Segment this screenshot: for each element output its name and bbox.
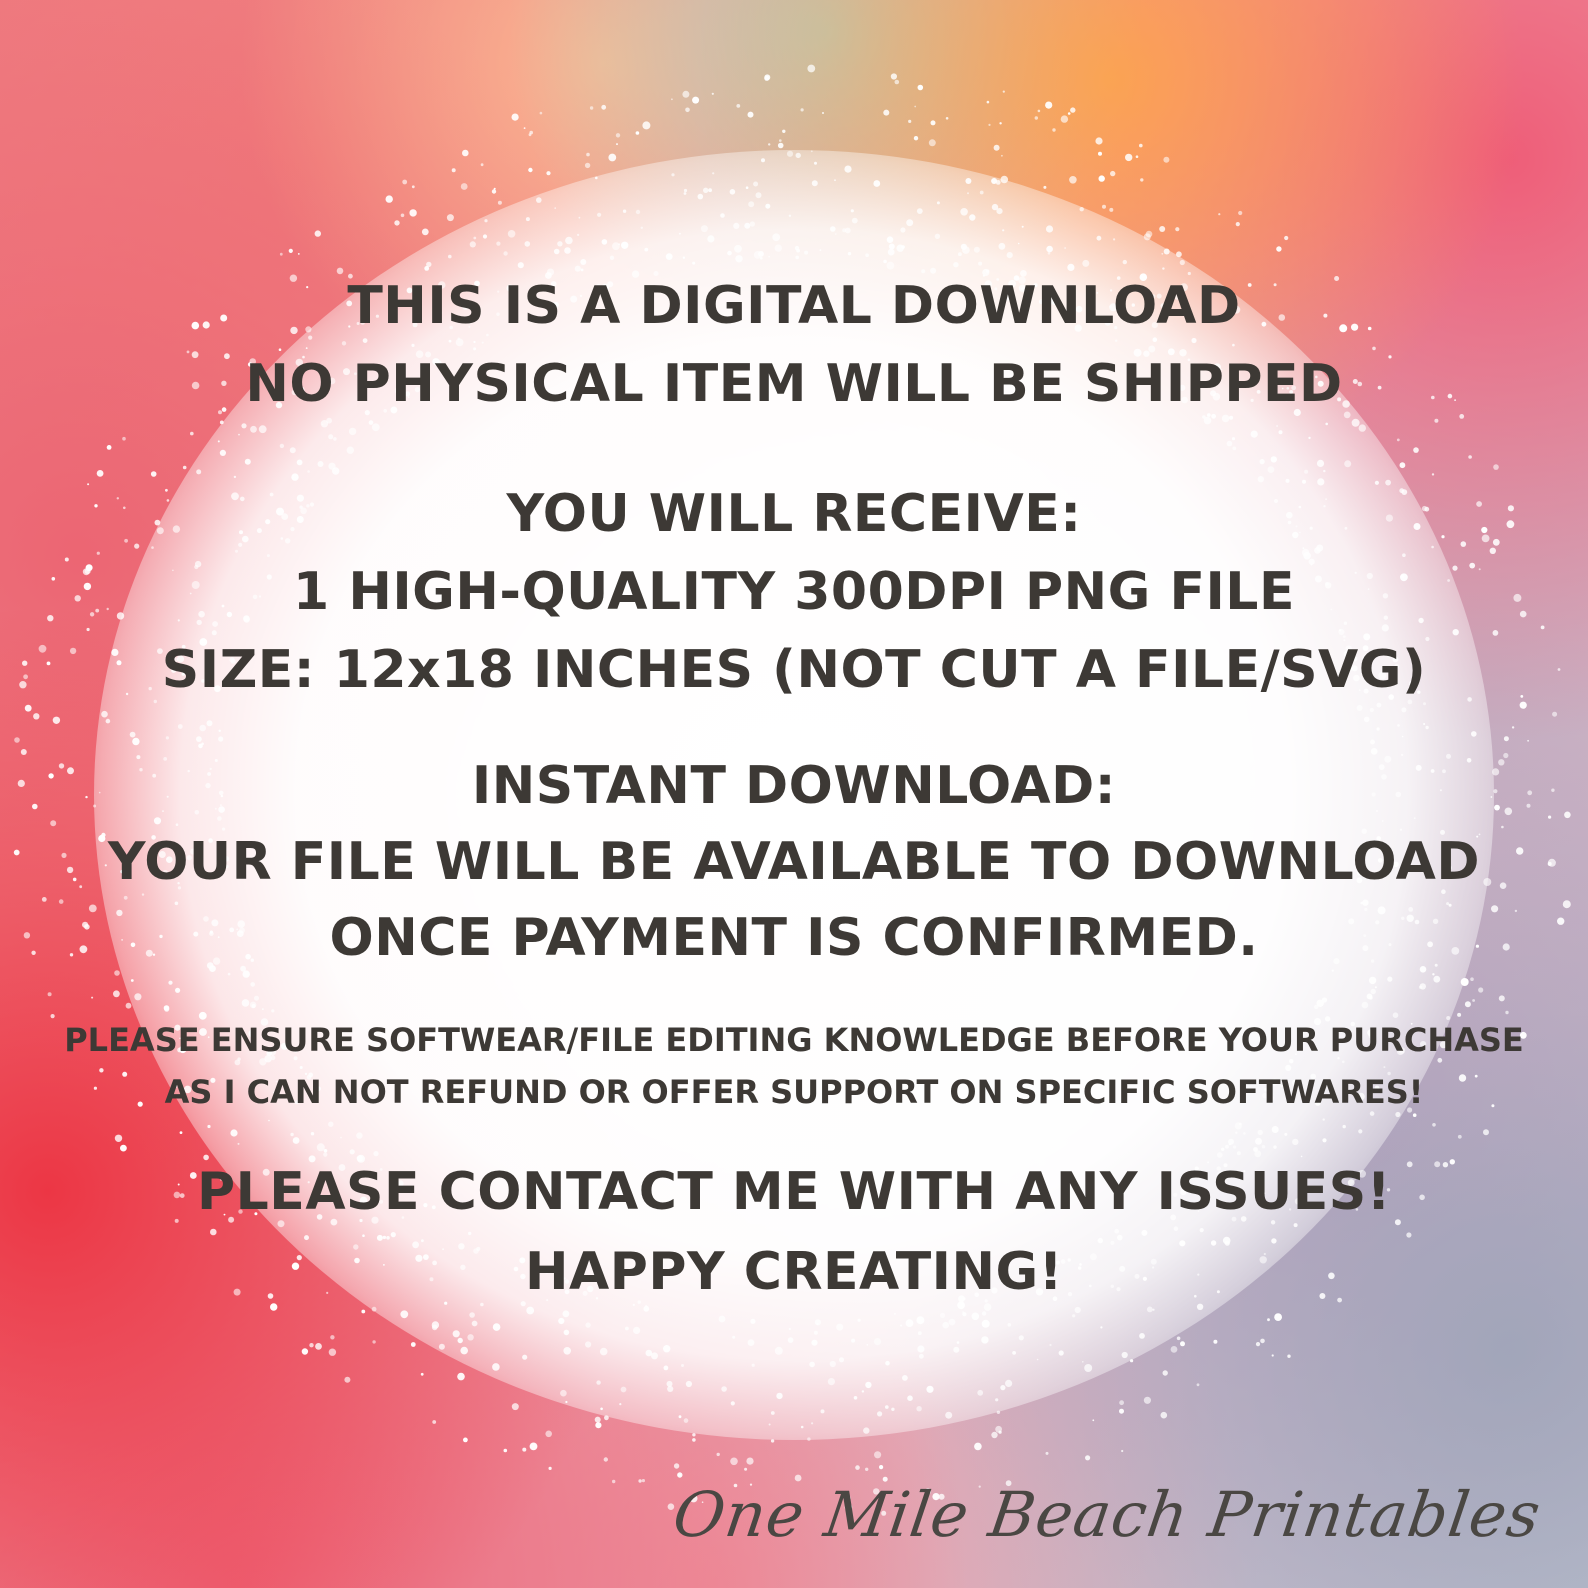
brand-signature: One Mile Beach Printables (668, 1478, 1546, 1551)
heading-no-physical-item: NO PHYSICAL ITEM WILL BE SHIPPED (245, 354, 1343, 414)
closing-line: HAPPY CREATING! (525, 1242, 1063, 1302)
contact-line: PLEASE CONTACT ME WITH ANY ISSUES! (197, 1162, 1391, 1222)
instant-download-title: INSTANT DOWNLOAD: (471, 756, 1117, 816)
instant-download-line-1: YOUR FILE WILL BE AVAILABLE TO DOWNLOAD (107, 832, 1481, 892)
disclaimer-line-2: AS I CAN NOT REFUND OR OFFER SUPPORT ON … (164, 1073, 1424, 1111)
instant-download-line-2: ONCE PAYMENT IS CONFIRMED. (329, 908, 1259, 968)
receive-size: SIZE: 12x18 INCHES (NOT CUT A FILE/SVG) (161, 640, 1427, 700)
heading-digital-download: THIS IS A DIGITAL DOWNLOAD (347, 276, 1241, 336)
disclaimer-line-1: PLEASE ENSURE SOFTWEAR/FILE EDITING KNOW… (64, 1021, 1524, 1059)
receive-title: YOU WILL RECEIVE: (506, 484, 1082, 544)
receive-item: 1 HIGH-QUALITY 300DPI PNG FILE (293, 562, 1295, 622)
notice-text-block: THIS IS A DIGITAL DOWNLOAD NO PHYSICAL I… (0, 0, 1588, 1588)
